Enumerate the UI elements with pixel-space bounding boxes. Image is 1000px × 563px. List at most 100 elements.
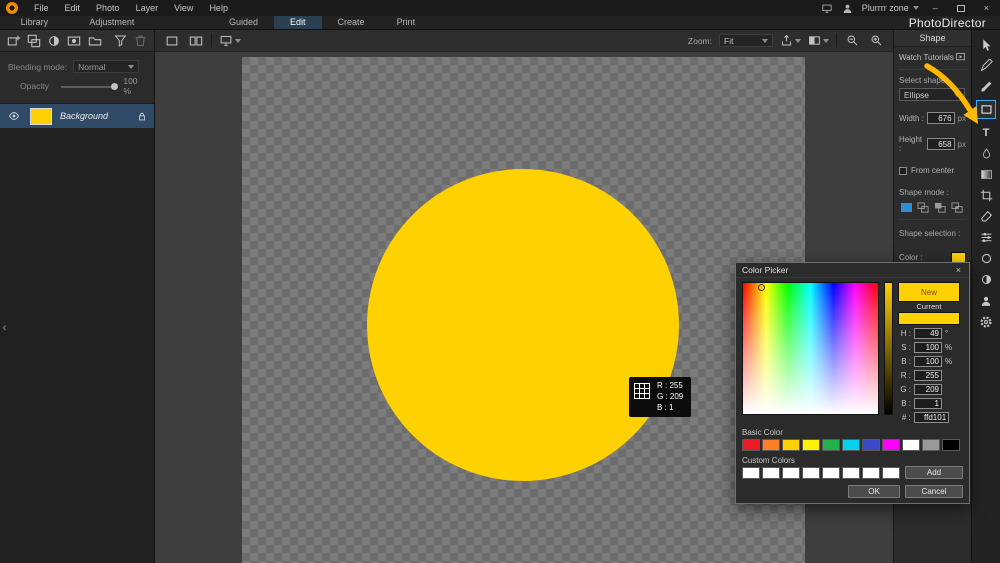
- saturation-input[interactable]: 100: [914, 342, 942, 353]
- filter-icon[interactable]: [112, 33, 127, 49]
- close-icon[interactable]: ×: [954, 265, 963, 275]
- dialog-titlebar[interactable]: Color Picker ×: [736, 263, 969, 278]
- eye-icon[interactable]: [7, 110, 21, 122]
- color-swatch[interactable]: [782, 467, 800, 479]
- color-swatch[interactable]: [882, 467, 900, 479]
- account-menu[interactable]: Plurrrr zone: [862, 3, 919, 13]
- menu-photo[interactable]: Photo: [88, 3, 128, 13]
- add-color-button[interactable]: Add: [905, 466, 963, 479]
- color-swatch[interactable]: [842, 439, 860, 451]
- zoom-out-icon[interactable]: [844, 33, 861, 49]
- slider-handle[interactable]: [110, 82, 118, 90]
- saturation-field[interactable]: [742, 282, 879, 415]
- effects-tool-button[interactable]: [977, 272, 995, 287]
- color-swatch[interactable]: [842, 467, 860, 479]
- color-swatch[interactable]: [862, 439, 880, 451]
- settings-button[interactable]: [977, 314, 995, 329]
- shape-mode-add-button[interactable]: [916, 201, 930, 214]
- menu-help[interactable]: Help: [201, 3, 236, 13]
- shape-mode-subtract-button[interactable]: [933, 201, 947, 214]
- shape-tool-button[interactable]: [976, 100, 996, 119]
- color-marker[interactable]: [758, 284, 765, 291]
- tab-edit[interactable]: Edit: [274, 16, 322, 29]
- cancel-button[interactable]: Cancel: [905, 485, 963, 498]
- adjustment-layer-icon[interactable]: [47, 33, 62, 49]
- tab-guided[interactable]: Guided: [213, 16, 274, 29]
- dual-view-icon[interactable]: [187, 33, 204, 49]
- trash-icon[interactable]: [133, 33, 148, 49]
- adjustment-tool-button[interactable]: [977, 230, 995, 245]
- ok-button[interactable]: OK: [848, 485, 900, 498]
- color-swatch[interactable]: [822, 467, 840, 479]
- menu-file[interactable]: File: [26, 3, 57, 13]
- tab-library[interactable]: Library: [5, 16, 65, 29]
- shape-select[interactable]: Ellipse: [899, 88, 965, 101]
- tab-create[interactable]: Create: [322, 16, 381, 29]
- zoom-in-icon[interactable]: [868, 33, 885, 49]
- minimize-button[interactable]: –: [928, 3, 943, 13]
- brightness-slider[interactable]: [884, 282, 893, 415]
- color-swatch[interactable]: [762, 439, 780, 451]
- opacity-slider[interactable]: [60, 82, 118, 91]
- lock-icon[interactable]: [137, 111, 147, 122]
- display-select[interactable]: [219, 34, 241, 47]
- color-swatch[interactable]: [782, 439, 800, 451]
- single-view-icon[interactable]: [163, 33, 180, 49]
- red-input[interactable]: 255: [914, 370, 942, 381]
- color-swatch[interactable]: [942, 439, 960, 451]
- color-swatch[interactable]: [802, 467, 820, 479]
- hue-input[interactable]: 49: [914, 328, 942, 339]
- duplicate-layer-icon[interactable]: [26, 33, 41, 49]
- text-tool-button[interactable]: T: [977, 125, 995, 140]
- fill-tool-button[interactable]: [977, 146, 995, 161]
- layer-row-background[interactable]: Background: [0, 104, 154, 128]
- hex-input[interactable]: ffd101: [913, 412, 950, 423]
- menu-view[interactable]: View: [166, 3, 201, 13]
- menu-layer[interactable]: Layer: [128, 3, 167, 13]
- zoom-select[interactable]: Fit: [719, 34, 773, 47]
- ellipse-shape[interactable]: [367, 169, 679, 481]
- compare-button[interactable]: [808, 34, 829, 47]
- export-button[interactable]: [780, 34, 801, 47]
- checkbox-icon[interactable]: [899, 166, 907, 175]
- color-swatch[interactable]: [742, 467, 760, 479]
- canvas-artboard[interactable]: R : 255 G : 209 B : 1: [242, 57, 805, 563]
- pen-tool-button[interactable]: [977, 58, 995, 73]
- mask-layer-icon[interactable]: [67, 33, 82, 49]
- select-tool-button[interactable]: [977, 37, 995, 52]
- color-swatch[interactable]: [742, 439, 760, 451]
- blending-mode-select[interactable]: Normal: [73, 60, 140, 73]
- removal-tool-button[interactable]: [977, 209, 995, 224]
- user-icon[interactable]: [842, 3, 853, 14]
- cast-icon[interactable]: [821, 3, 833, 14]
- blue-input[interactable]: 1: [914, 398, 942, 409]
- color-swatch[interactable]: [802, 439, 820, 451]
- portrait-tool-button[interactable]: [977, 293, 995, 308]
- shape-mode-intersect-button[interactable]: [950, 201, 964, 214]
- color-swatch[interactable]: [762, 467, 780, 479]
- blur-tool-button[interactable]: [977, 251, 995, 266]
- group-layer-icon[interactable]: [87, 33, 102, 49]
- brush-tool-button[interactable]: [977, 79, 995, 94]
- color-swatch[interactable]: [882, 439, 900, 451]
- collapse-panel-icon[interactable]: ‹: [0, 318, 9, 338]
- crop-tool-button[interactable]: [977, 188, 995, 203]
- brightness-input[interactable]: 100: [914, 356, 942, 367]
- color-swatch[interactable]: [822, 439, 840, 451]
- from-center-checkbox[interactable]: From center: [894, 166, 971, 175]
- green-input[interactable]: 209: [914, 384, 942, 395]
- app-logo-icon[interactable]: [6, 2, 18, 14]
- color-swatch[interactable]: [922, 439, 940, 451]
- shape-mode-new-button[interactable]: [899, 201, 913, 214]
- watch-tutorials-button[interactable]: Watch Tutorials: [894, 47, 971, 66]
- close-button[interactable]: ×: [979, 3, 994, 13]
- maximize-button[interactable]: [956, 4, 965, 12]
- menu-edit[interactable]: Edit: [57, 3, 89, 13]
- color-swatch[interactable]: [862, 467, 880, 479]
- gradient-tool-button[interactable]: [977, 167, 995, 182]
- tab-adjustment[interactable]: Adjustment: [73, 16, 150, 29]
- tab-print[interactable]: Print: [381, 16, 432, 29]
- color-swatch[interactable]: [902, 439, 920, 451]
- new-layer-icon[interactable]: [6, 33, 21, 49]
- width-input[interactable]: 676: [927, 112, 955, 124]
